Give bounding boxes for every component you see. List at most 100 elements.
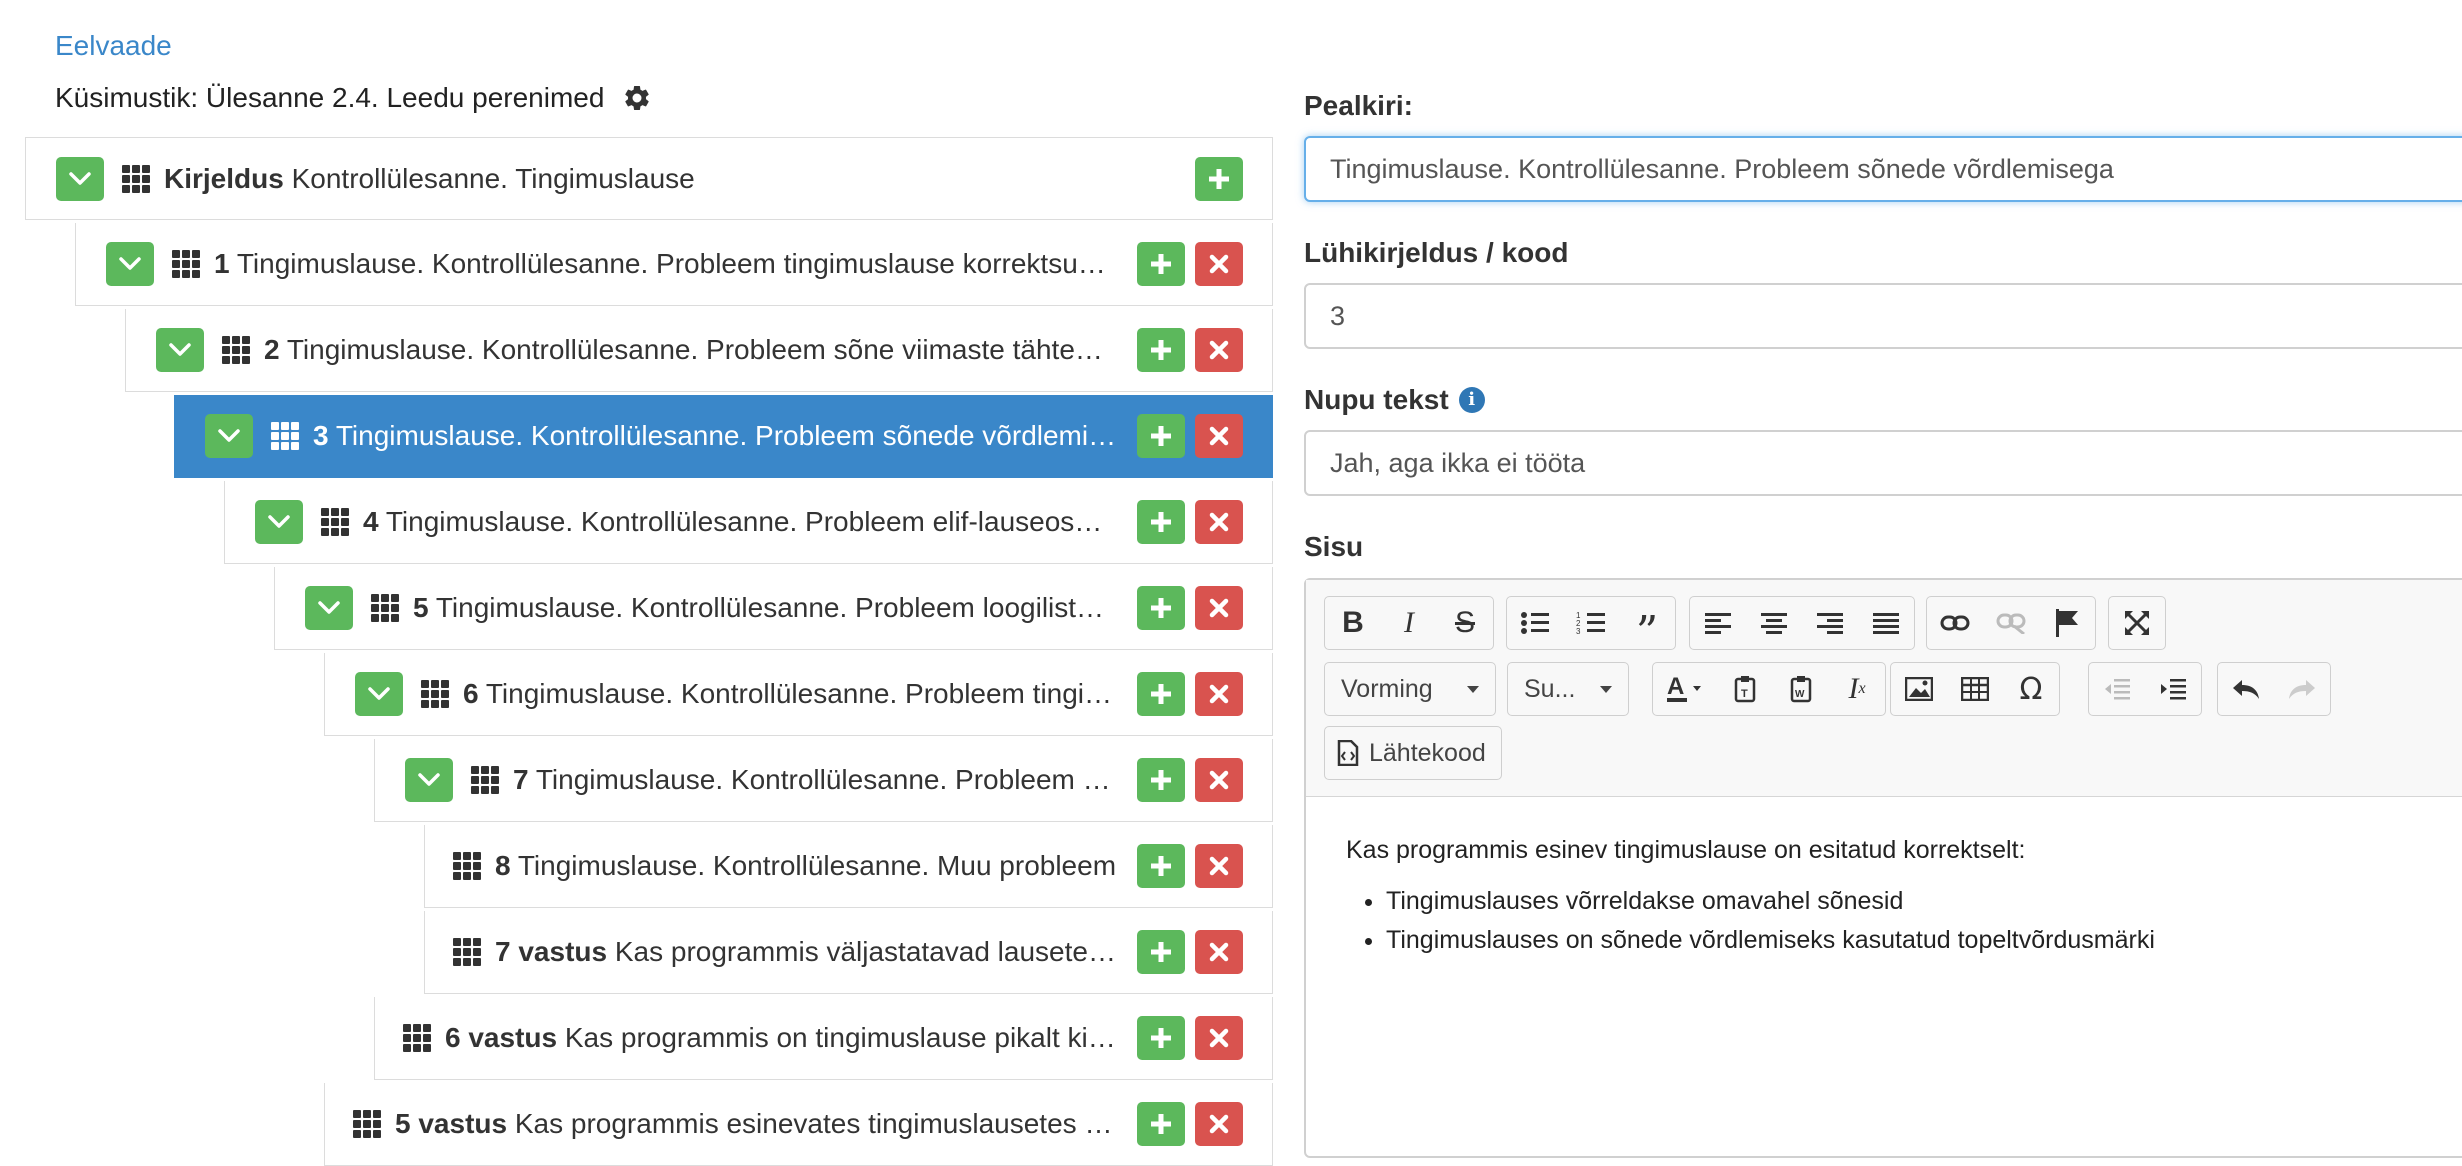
bold-icon[interactable]: B (1325, 597, 1381, 649)
tree-item[interactable]: 5 Tingimuslause. Kontrollülesanne. Probl… (274, 567, 1273, 650)
delete-button[interactable] (1195, 930, 1243, 974)
code-input[interactable] (1304, 283, 2462, 349)
drag-handle-icon[interactable] (453, 938, 481, 966)
add-button[interactable] (1137, 328, 1185, 372)
chevron-down-icon[interactable] (255, 500, 303, 544)
align-left-icon[interactable] (1690, 597, 1746, 649)
delete-button[interactable] (1195, 1016, 1243, 1060)
drag-handle-icon[interactable] (421, 680, 449, 708)
tree-item-label: 6 Tingimuslause. Kontrollülesanne. Probl… (463, 678, 1117, 710)
add-button[interactable] (1137, 242, 1185, 286)
chevron-down-icon[interactable] (205, 414, 253, 458)
tree-item-label: 8 Tingimuslause. Kontrollülesanne. Muu p… (495, 850, 1117, 882)
format-combo[interactable]: Vorming (1324, 662, 1496, 716)
rich-text-editor: B I S 123 ” Vorming Su... A T W I x Ω Lä… (1304, 578, 2462, 1158)
drag-handle-icon[interactable] (172, 250, 200, 278)
drag-handle-icon[interactable] (122, 164, 150, 193)
add-button[interactable] (1137, 500, 1185, 544)
delete-button[interactable] (1195, 242, 1243, 286)
tree-item[interactable]: 4 Tingimuslause. Kontrollülesanne. Probl… (224, 481, 1273, 564)
unlink-icon[interactable] (1983, 597, 2039, 649)
title-input[interactable] (1304, 136, 2462, 202)
button-text-input[interactable] (1304, 430, 2462, 496)
preview-link[interactable]: Eelvaade (55, 30, 172, 62)
tree-item[interactable]: 5 vastus Kas programmis esinevates tingi… (324, 1083, 1273, 1166)
tree-item[interactable]: 8 Tingimuslause. Kontrollülesanne. Muu p… (424, 825, 1273, 908)
drag-handle-icon[interactable] (453, 852, 481, 880)
numbered-list-icon[interactable]: 123 (1563, 597, 1619, 649)
tree-item[interactable]: 6 Tingimuslause. Kontrollülesanne. Probl… (324, 653, 1273, 736)
bulleted-list-icon[interactable] (1507, 597, 1563, 649)
add-button[interactable] (1137, 844, 1185, 888)
button-text-label-wrap: Nupu tekst i (1304, 384, 1485, 416)
add-button[interactable] (1137, 414, 1185, 458)
link-icon[interactable] (1927, 597, 1983, 649)
tree-item-label: 2 Tingimuslause. Kontrollülesanne. Probl… (264, 334, 1117, 366)
drag-handle-icon[interactable] (353, 1110, 381, 1138)
undo-icon[interactable] (2218, 663, 2274, 715)
drag-handle-icon[interactable] (471, 766, 499, 794)
tree-item[interactable]: 7 vastus Kas programmis väljastatavad la… (424, 911, 1273, 994)
add-button[interactable] (1137, 930, 1185, 974)
tree-item-title: Tingimuslause. Kontrollülesanne. Muu pro… (510, 850, 1117, 881)
drag-handle-icon[interactable] (321, 508, 349, 536)
strikethrough-icon[interactable]: S (1437, 597, 1493, 649)
svg-text:T: T (1741, 688, 1748, 700)
table-icon[interactable] (1947, 663, 2003, 715)
tree-item[interactable]: 2 Tingimuslause. Kontrollülesanne. Probl… (125, 309, 1273, 392)
tree-item[interactable]: 6 vastus Kas programmis on tingimuslause… (374, 997, 1273, 1080)
add-button[interactable] (1195, 156, 1243, 201)
delete-button[interactable] (1195, 844, 1243, 888)
redo-icon[interactable] (2274, 663, 2330, 715)
add-button[interactable] (1137, 586, 1185, 630)
tree-item-number: 1 (214, 248, 230, 279)
gear-icon[interactable] (622, 83, 652, 113)
align-justify-icon[interactable] (1858, 597, 1914, 649)
italic-icon[interactable]: I (1381, 597, 1437, 649)
tree-item-label: 5 vastus Kas programmis esinevates tingi… (395, 1108, 1117, 1140)
delete-button[interactable] (1195, 586, 1243, 630)
tree-item[interactable]: 1 Tingimuslause. Kontrollülesanne. Probl… (75, 223, 1273, 306)
add-button[interactable] (1137, 1016, 1185, 1060)
paste-word-icon[interactable]: W (1773, 663, 1829, 715)
maximize-icon[interactable] (2109, 597, 2165, 649)
chevron-down-icon[interactable] (56, 156, 104, 201)
drag-handle-icon[interactable] (222, 336, 250, 364)
remove-format-icon[interactable]: Ix (1829, 663, 1885, 715)
info-icon[interactable]: i (1458, 387, 1485, 413)
special-character-icon[interactable]: Ω (2003, 663, 2059, 715)
chevron-down-icon[interactable] (156, 328, 204, 372)
add-button[interactable] (1137, 758, 1185, 802)
anchor-flag-icon[interactable] (2039, 597, 2095, 649)
chevron-down-icon[interactable] (106, 242, 154, 286)
chevron-down-icon[interactable] (305, 586, 353, 630)
drag-handle-icon[interactable] (403, 1024, 431, 1052)
delete-button[interactable] (1195, 1102, 1243, 1146)
delete-button[interactable] (1195, 672, 1243, 716)
blockquote-icon[interactable]: ” (1619, 588, 1675, 658)
align-right-icon[interactable] (1802, 597, 1858, 649)
quiz-title-text: Küsimustik: Ülesanne 2.4. Leedu perenime… (55, 82, 605, 113)
size-combo[interactable]: Su... (1507, 662, 1629, 716)
align-center-icon[interactable] (1746, 597, 1802, 649)
tree-item[interactable]: 7 Tingimuslause. Kontrollülesanne. Probl… (374, 739, 1273, 822)
chevron-down-icon[interactable] (405, 758, 453, 802)
delete-button[interactable] (1195, 328, 1243, 372)
tree-item[interactable]: 3 Tingimuslause. Kontrollülesanne. Probl… (174, 395, 1273, 478)
delete-button[interactable] (1195, 500, 1243, 544)
add-button[interactable] (1137, 672, 1185, 716)
text-color-icon[interactable]: A (1653, 663, 1717, 715)
delete-button[interactable] (1195, 414, 1243, 458)
tree-item[interactable]: Kirjeldus Kontrollülesanne. Tingimuslaus… (25, 137, 1273, 220)
editor-content[interactable]: Kas programmis esinev tingimuslause on e… (1306, 796, 2462, 1106)
image-icon[interactable] (1891, 663, 1947, 715)
drag-handle-icon[interactable] (271, 422, 299, 450)
chevron-down-icon[interactable] (355, 672, 403, 716)
indent-icon[interactable] (2145, 663, 2201, 715)
source-button[interactable]: Lähtekood (1324, 726, 1502, 780)
outdent-icon[interactable] (2089, 663, 2145, 715)
paste-text-icon[interactable]: T (1717, 663, 1773, 715)
drag-handle-icon[interactable] (371, 594, 399, 622)
delete-button[interactable] (1195, 758, 1243, 802)
add-button[interactable] (1137, 1102, 1185, 1146)
